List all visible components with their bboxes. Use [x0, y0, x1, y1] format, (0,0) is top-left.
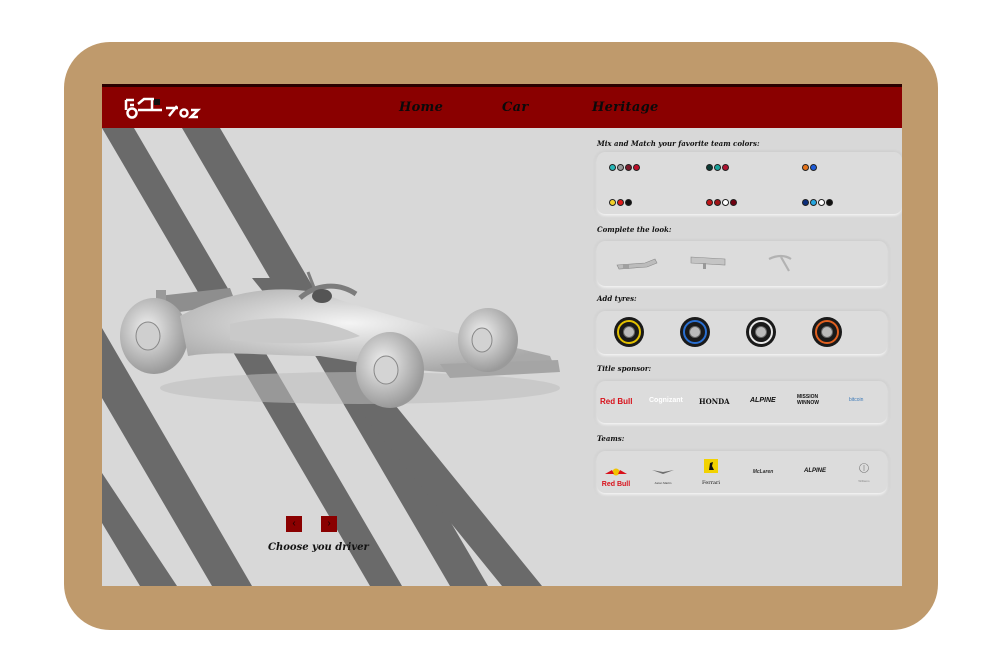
prev-driver-button[interactable]: ‹: [286, 516, 302, 532]
team-mclaren[interactable]: McLaren: [743, 469, 783, 475]
sponsor-section-title: Title sponsor:: [597, 364, 652, 373]
teams-card: Red Bull Aston Martin Ferrari McLaren AL…: [597, 451, 887, 493]
chevron-right-icon: ›: [327, 518, 331, 529]
look-section-title: Complete the look:: [597, 225, 672, 234]
look-card: [597, 241, 887, 286]
colors-card: [597, 152, 902, 214]
team-williams[interactable]: Williams: [847, 461, 881, 483]
sponsor-red-bull[interactable]: Red Bull: [600, 397, 632, 406]
choose-driver-label: Choose you driver: [268, 542, 369, 553]
team-label: Williams: [858, 479, 870, 483]
color-swatch-2[interactable]: [706, 164, 729, 171]
f1-logo[interactable]: [124, 96, 204, 120]
color-swatch-4[interactable]: [609, 199, 632, 206]
color-swatch-3[interactable]: [802, 164, 817, 171]
halo-part-icon[interactable]: [765, 251, 795, 275]
hard-tyre-icon[interactable]: [746, 317, 776, 347]
sponsor-alpine[interactable]: ALPINE: [750, 397, 776, 404]
team-red-bull[interactable]: Red Bull: [599, 463, 633, 488]
color-dot: [810, 199, 817, 206]
teams-section-title: Teams:: [597, 434, 625, 443]
wet-tyre-icon[interactable]: [680, 317, 710, 347]
color-dot: [826, 199, 833, 206]
chevron-left-icon: ‹: [292, 518, 296, 529]
ferrari-horse-icon: [704, 459, 718, 473]
color-swatch-1[interactable]: [609, 164, 640, 171]
color-dot: [633, 164, 640, 171]
color-dot: [625, 199, 632, 206]
aston-martin-wings-icon: [652, 470, 674, 474]
colors-section-title: Mix and Match your favorite team colors:: [597, 139, 760, 148]
color-dot: [810, 164, 817, 171]
rear-wing-part-icon[interactable]: [689, 253, 729, 271]
team-ferrari[interactable]: Ferrari: [699, 459, 723, 486]
tyres-card: [597, 311, 887, 354]
color-dot: [802, 199, 809, 206]
team-aston-martin[interactable]: Aston Martin: [645, 463, 681, 485]
color-dot: [609, 199, 616, 206]
color-swatch-5[interactable]: [706, 199, 737, 206]
app-screen: Home Car Heritage ‹ › Choose you driver …: [102, 84, 902, 586]
front-wing-part-icon[interactable]: [615, 255, 659, 273]
sponsor-bitcoin[interactable]: bitcoin: [849, 397, 863, 403]
color-dot: [706, 199, 713, 206]
team-label: Ferrari: [702, 480, 720, 486]
tyres-section-title: Add tyres:: [597, 294, 637, 303]
sponsor-cognizant[interactable]: Cognizant: [649, 397, 683, 404]
soft-tyre-icon[interactable]: [812, 317, 842, 347]
next-driver-button[interactable]: ›: [321, 516, 337, 532]
f1-car-model: [120, 271, 560, 408]
nav-car[interactable]: Car: [502, 100, 529, 115]
color-dot: [818, 199, 825, 206]
williams-logo-icon: [859, 463, 869, 473]
team-label: Red Bull: [601, 481, 631, 488]
sponsor-honda[interactable]: HONDA: [699, 397, 730, 406]
color-dot: [722, 164, 729, 171]
red-bull-logo-icon: [605, 468, 627, 476]
color-dot: [609, 164, 616, 171]
color-dot: [706, 164, 713, 171]
team-label: Aston Martin: [654, 481, 672, 485]
sponsor-card: Red Bull Cognizant HONDA ALPINE MISSION …: [597, 381, 887, 423]
color-dot: [617, 164, 624, 171]
color-dot: [714, 199, 721, 206]
medium-tyre-icon[interactable]: [614, 317, 644, 347]
team-alpine[interactable]: ALPINE: [795, 468, 835, 474]
color-dot: [617, 199, 624, 206]
color-dot: [722, 199, 729, 206]
color-dot: [730, 199, 737, 206]
nav-home[interactable]: Home: [399, 100, 443, 115]
color-dot: [714, 164, 721, 171]
color-dot: [625, 164, 632, 171]
top-nav-bar: Home Car Heritage: [102, 84, 902, 128]
color-swatch-6[interactable]: [802, 199, 833, 206]
nav-heritage[interactable]: Heritage: [592, 100, 659, 115]
color-dot: [802, 164, 809, 171]
sponsor-mission-winnow[interactable]: MISSION WINNOW: [797, 394, 831, 406]
